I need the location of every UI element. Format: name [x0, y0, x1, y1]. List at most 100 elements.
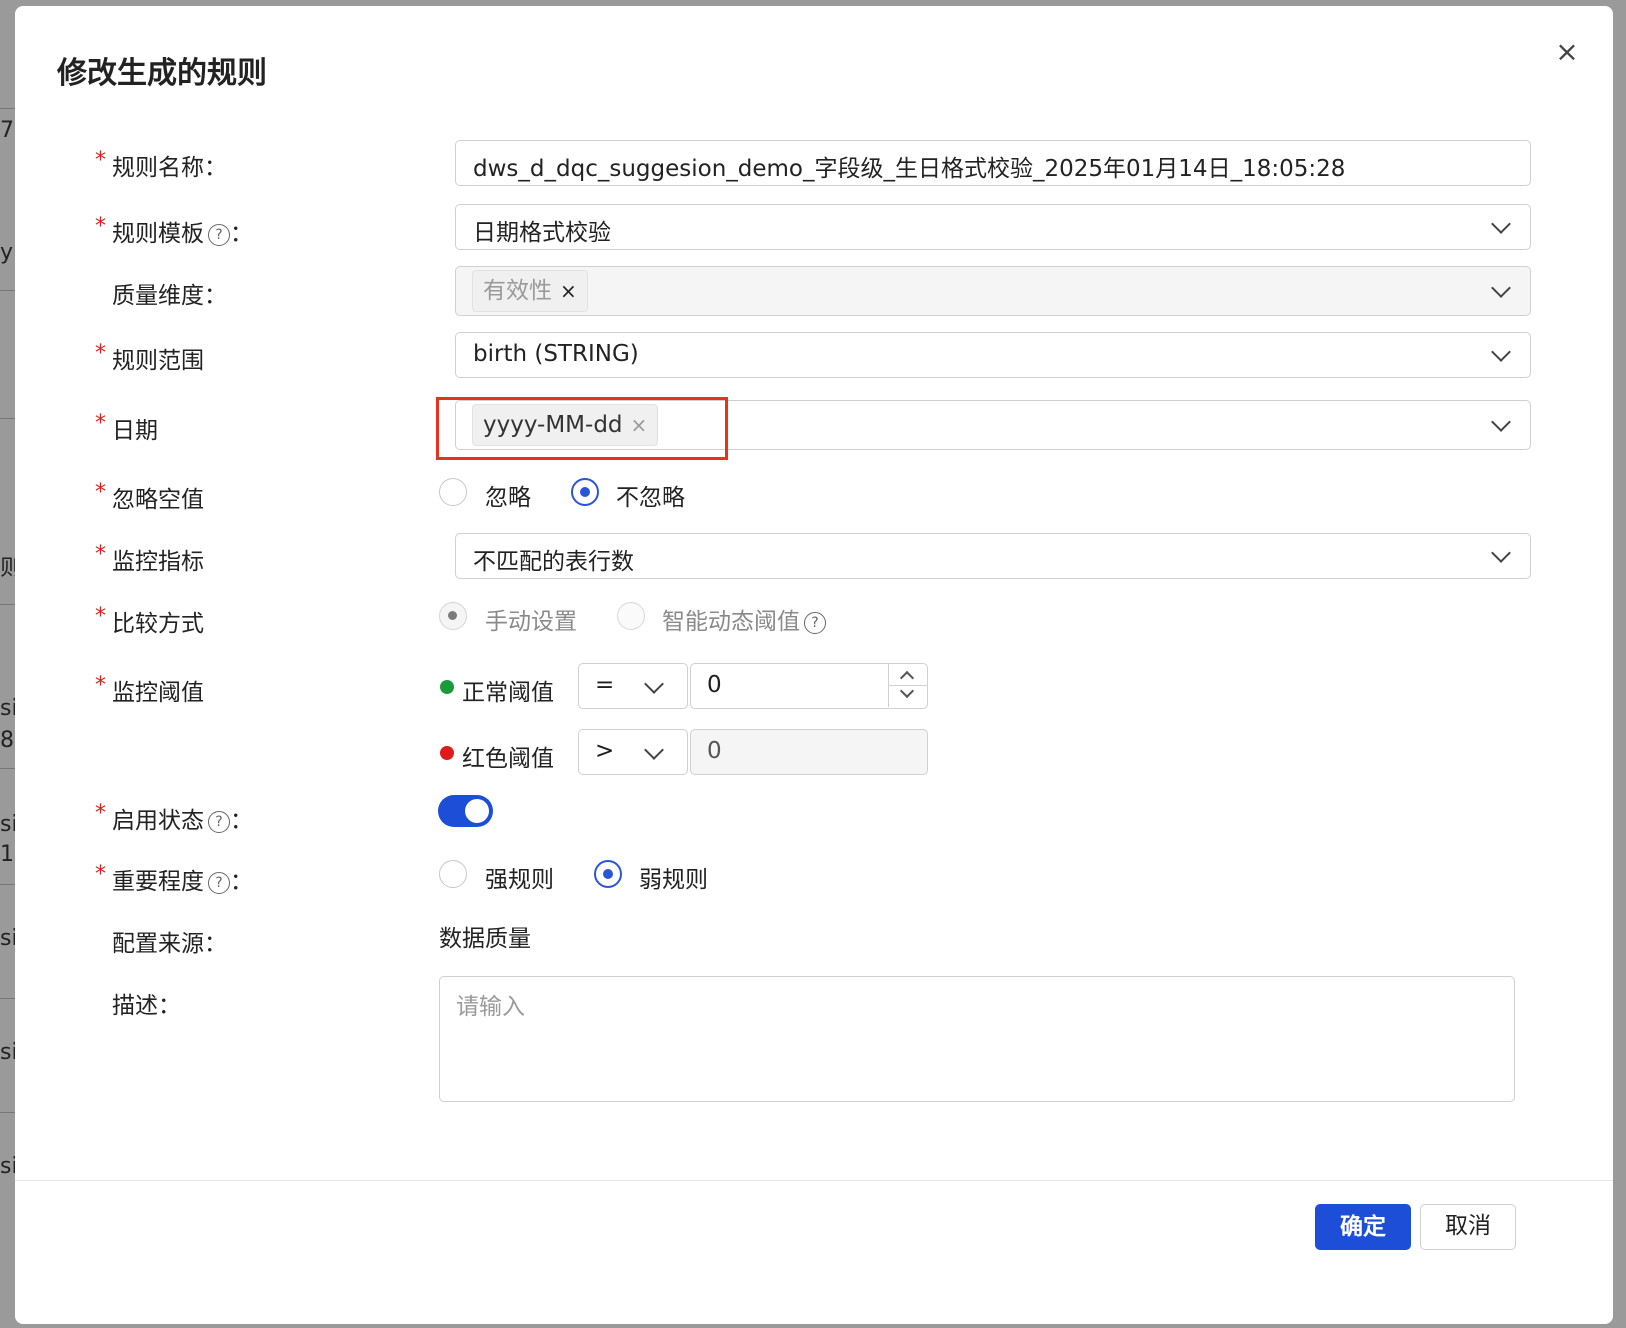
importance-radio-strong[interactable]: [439, 860, 467, 888]
chevron-down-icon: [1491, 342, 1511, 362]
dialog-title: 修改生成的规则: [57, 56, 267, 91]
rule-template-select[interactable]: 日期格式校验: [455, 204, 1531, 250]
background-divider: [0, 768, 16, 769]
normal-threshold-input[interactable]: 0: [690, 663, 928, 709]
required-mark: *: [95, 214, 106, 239]
metric-label: 监控指标: [112, 549, 204, 575]
background-divider: [0, 604, 16, 605]
rule-template-value: 日期格式校验: [473, 220, 611, 246]
rule-scope-select[interactable]: birth (STRING): [455, 332, 1531, 378]
required-mark: *: [95, 801, 106, 826]
required-mark: *: [95, 604, 106, 629]
normal-threshold-label: 正常阈值: [462, 680, 554, 706]
required-mark: *: [95, 673, 106, 698]
annotation-highlight-box: [436, 397, 728, 460]
compare-mode-radio-dynamic: [617, 602, 645, 630]
label-colon: ：: [230, 869, 253, 895]
rule-template-label: 规则模板?：: [112, 214, 253, 248]
ignore-null-option-not-ignore: 不忽略: [616, 485, 685, 511]
tag-label: 有效性: [483, 278, 552, 304]
ignore-null-radio-ignore[interactable]: [439, 478, 467, 506]
chevron-down-icon: [1491, 214, 1511, 234]
footer-divider: [15, 1180, 1613, 1181]
compare-mode-label: 比较方式: [112, 611, 204, 637]
required-mark: *: [95, 480, 106, 505]
compare-mode-radio-manual: [439, 602, 467, 630]
rule-name-value: dws_d_dqc_suggesion_demo_字段级_生日格式校验_2025…: [473, 156, 1346, 182]
rule-name-input[interactable]: dws_d_dqc_suggesion_demo_字段级_生日格式校验_2025…: [455, 140, 1531, 186]
operator-value: >: [595, 738, 615, 764]
importance-label: 重要程度?：: [112, 862, 253, 896]
background-divider: [0, 884, 16, 885]
importance-radio-weak[interactable]: [594, 860, 622, 888]
quality-dimension-tag: 有效性 ×: [472, 270, 588, 312]
required-mark: *: [95, 411, 106, 436]
normal-threshold-dot: [440, 680, 454, 694]
importance-option-strong: 强规则: [485, 867, 554, 893]
description-textarea[interactable]: 请输入: [439, 976, 1515, 1102]
background-divider: [0, 290, 16, 291]
red-threshold-dot: [440, 746, 454, 760]
background-divider: [0, 418, 16, 419]
background-divider: [0, 108, 16, 109]
red-threshold-label: 红色阈值: [462, 746, 554, 772]
confirm-button[interactable]: 确定: [1315, 1204, 1411, 1250]
operator-value: =: [595, 672, 615, 698]
description-placeholder: 请输入: [456, 994, 525, 1020]
number-stepper[interactable]: [888, 664, 927, 707]
chevron-down-icon: [1491, 412, 1511, 432]
tag-remove-icon[interactable]: ×: [560, 279, 577, 303]
date-label: 日期: [112, 418, 158, 444]
background-divider: [0, 1112, 16, 1113]
toggle-knob: [465, 799, 489, 823]
required-mark: *: [95, 542, 106, 567]
help-icon[interactable]: ?: [804, 612, 826, 634]
metric-select[interactable]: 不匹配的表行数: [455, 533, 1531, 579]
chevron-down-icon: [644, 674, 664, 694]
enabled-toggle[interactable]: [438, 795, 493, 827]
required-mark: *: [95, 862, 106, 887]
chevron-down-icon[interactable]: [899, 683, 915, 699]
threshold-value: 0: [707, 672, 722, 698]
required-mark: *: [95, 341, 106, 366]
config-source-value: 数据质量: [439, 926, 531, 952]
importance-label-text: 重要程度: [112, 869, 204, 895]
compare-mode-dynamic-text: 智能动态阈值: [662, 609, 800, 635]
cancel-button[interactable]: 取消: [1420, 1204, 1516, 1250]
quality-dimension-select: 有效性 ×: [455, 266, 1531, 316]
required-mark: *: [95, 148, 106, 173]
threshold-value: 0: [707, 738, 722, 764]
label-colon: ：: [230, 221, 253, 247]
help-icon[interactable]: ?: [208, 224, 230, 246]
help-icon[interactable]: ?: [208, 811, 230, 833]
quality-dimension-label: 质量维度：: [112, 283, 227, 309]
label-colon: ：: [230, 808, 253, 834]
help-icon[interactable]: ?: [208, 872, 230, 894]
ignore-null-radio-not-ignore[interactable]: [571, 478, 599, 506]
enabled-label-text: 启用状态: [112, 808, 204, 834]
red-threshold-operator-select[interactable]: >: [578, 729, 688, 775]
chevron-down-icon: [1491, 278, 1511, 298]
background-text-fragment: 8: [0, 728, 14, 753]
ignore-null-label: 忽略空值: [112, 487, 204, 513]
rule-template-label-text: 规则模板: [112, 221, 204, 247]
threshold-label: 监控阈值: [112, 680, 204, 706]
ignore-null-option-ignore: 忽略: [485, 485, 531, 511]
rule-scope-value: birth (STRING): [473, 341, 639, 367]
chevron-down-icon: [1491, 543, 1511, 563]
background-text-fragment: y: [0, 240, 14, 265]
edit-rule-dialog: 修改生成的规则 × * 规则名称： dws_d_dqc_suggesion_de…: [15, 6, 1613, 1324]
red-threshold-input[interactable]: 0: [690, 729, 928, 775]
compare-mode-option-manual: 手动设置: [485, 609, 577, 635]
enabled-label: 启用状态?：: [112, 801, 253, 835]
description-label: 描述：: [112, 993, 181, 1019]
importance-option-weak: 弱规则: [639, 867, 708, 893]
rule-name-label: 规则名称：: [112, 155, 227, 181]
chevron-down-icon: [644, 740, 664, 760]
compare-mode-option-dynamic: 智能动态阈值?: [662, 602, 826, 636]
normal-threshold-operator-select[interactable]: =: [578, 663, 688, 709]
rule-scope-label: 规则范围: [112, 348, 204, 374]
close-icon[interactable]: ×: [1551, 36, 1583, 68]
background-divider: [0, 998, 16, 999]
metric-value: 不匹配的表行数: [473, 549, 634, 575]
